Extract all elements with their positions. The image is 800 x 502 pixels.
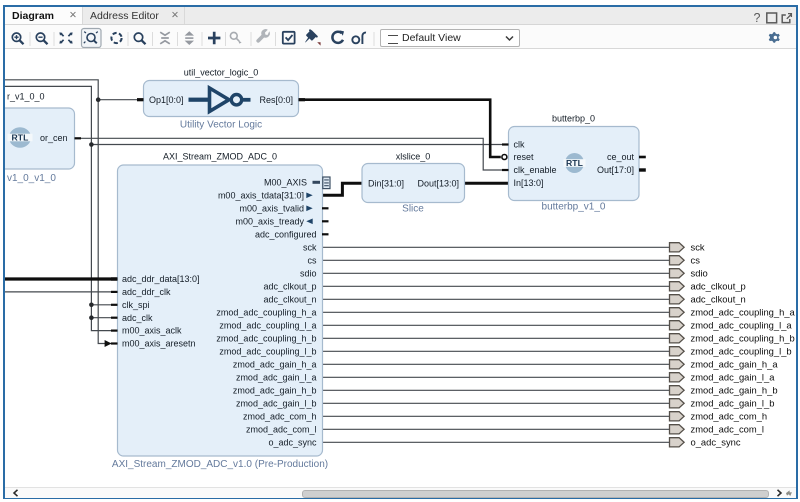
svg-text:RTL: RTL — [566, 158, 583, 168]
svg-text:In[13:0]: In[13:0] — [514, 178, 544, 188]
svg-text:adc_configured: adc_configured — [255, 229, 317, 239]
svg-text:Slice: Slice — [402, 204, 424, 215]
svg-text:o_adc_sync: o_adc_sync — [268, 437, 317, 447]
svg-text:cs: cs — [308, 255, 318, 265]
svg-text:zmod_adc_coupling_h_a: zmod_adc_coupling_h_a — [691, 307, 796, 318]
svg-text:or_cen: or_cen — [40, 133, 68, 143]
svg-text:sck: sck — [303, 242, 317, 252]
svg-text:Op1[0:0]: Op1[0:0] — [149, 95, 184, 105]
svg-text:sdio: sdio — [300, 268, 317, 278]
svg-text:xlslice_0: xlslice_0 — [396, 152, 431, 162]
svg-text:zmod_adc_coupling_l_b: zmod_adc_coupling_l_b — [219, 346, 316, 356]
svg-text:zmod_adc_gain_h_b: zmod_adc_gain_h_b — [233, 385, 317, 395]
svg-text:Res[0:0]: Res[0:0] — [259, 95, 293, 105]
svg-text:RTL: RTL — [11, 133, 28, 143]
svg-text:clk_enable: clk_enable — [514, 165, 557, 175]
svg-text:adc_ddr_data[13:0]: adc_ddr_data[13:0] — [122, 274, 200, 284]
svg-text:zmod_adc_gain_h_b: zmod_adc_gain_h_b — [691, 385, 778, 396]
svg-text:m00_axis_tdata[31:0]: m00_axis_tdata[31:0] — [218, 190, 304, 200]
svg-text:r_v1_0_0: r_v1_0_0 — [7, 92, 45, 102]
svg-text:m00_axis_tvalid: m00_axis_tvalid — [239, 203, 304, 213]
svg-text:zmod_adc_gain_l_b: zmod_adc_gain_l_b — [691, 398, 775, 409]
svg-text:zmod_adc_coupling_l_b: zmod_adc_coupling_l_b — [691, 346, 792, 357]
svg-text:m00_axis_aclk: m00_axis_aclk — [122, 326, 182, 336]
svg-text:zmod_adc_coupling_h_a: zmod_adc_coupling_h_a — [216, 307, 316, 317]
svg-text:adc_clkout_n: adc_clkout_n — [263, 294, 316, 304]
svg-text:butterbp_0: butterbp_0 — [552, 114, 595, 124]
svg-text:Out[17:0]: Out[17:0] — [597, 165, 634, 175]
svg-text:zmod_adc_coupling_h_b: zmod_adc_coupling_h_b — [216, 333, 316, 343]
svg-text:sck: sck — [691, 242, 705, 253]
svg-text:ce_out: ce_out — [607, 152, 635, 162]
svg-text:adc_clk: adc_clk — [122, 313, 153, 323]
svg-text:adc_clkout_p: adc_clkout_p — [263, 281, 316, 291]
svg-text:zmod_adc_com_h: zmod_adc_com_h — [243, 411, 317, 421]
svg-text:zmod_adc_coupling_l_a: zmod_adc_coupling_l_a — [219, 320, 316, 330]
svg-text:zmod_adc_gain_h_a: zmod_adc_gain_h_a — [233, 359, 317, 369]
svg-text:reset: reset — [514, 152, 535, 162]
svg-text:cs: cs — [691, 255, 701, 266]
svg-text:m00_axis_aresetn: m00_axis_aresetn — [122, 339, 196, 349]
svg-text:zmod_adc_coupling_l_a: zmod_adc_coupling_l_a — [691, 320, 793, 331]
svg-text:butterbp_v1_0: butterbp_v1_0 — [542, 202, 606, 213]
svg-text:util_vector_logic_0: util_vector_logic_0 — [184, 68, 259, 78]
svg-text:zmod_adc_com_l: zmod_adc_com_l — [691, 424, 764, 435]
svg-text:?: ? — [754, 11, 761, 25]
svg-text:Utility Vector Logic: Utility Vector Logic — [180, 120, 262, 131]
svg-text:adc_ddr_clk: adc_ddr_clk — [122, 287, 171, 297]
svg-text:M00_AXIS: M00_AXIS — [264, 177, 307, 187]
svg-text:zmod_adc_gain_l_a: zmod_adc_gain_l_a — [691, 372, 776, 383]
svg-text:zmod_adc_com_l: zmod_adc_com_l — [246, 424, 317, 434]
svg-text:zmod_adc_com_h: zmod_adc_com_h — [691, 411, 768, 422]
svg-text:zmod_adc_gain_h_a: zmod_adc_gain_h_a — [691, 359, 779, 370]
svg-text:adc_clkout_p: adc_clkout_p — [691, 281, 746, 292]
svg-text:sdio: sdio — [691, 268, 708, 279]
svg-text:Din[31:0]: Din[31:0] — [368, 179, 404, 189]
svg-text:o_adc_sync: o_adc_sync — [691, 437, 741, 448]
svg-text:zmod_adc_gain_l_a: zmod_adc_gain_l_a — [236, 372, 317, 382]
svg-text:AXI_Stream_ZMOD_ADC_0: AXI_Stream_ZMOD_ADC_0 — [163, 152, 277, 162]
svg-text:zmod_adc_coupling_h_b: zmod_adc_coupling_h_b — [691, 333, 795, 344]
svg-text:zmod_adc_gain_l_b: zmod_adc_gain_l_b — [236, 398, 317, 408]
svg-text:Dout[13:0]: Dout[13:0] — [417, 179, 459, 189]
svg-text:clk: clk — [514, 140, 525, 150]
svg-text:clk_spi: clk_spi — [122, 300, 150, 310]
svg-text:AXI_Stream_ZMOD_ADC_v1.0 (Pre-: AXI_Stream_ZMOD_ADC_v1.0 (Pre-Production… — [112, 459, 328, 470]
svg-text:v1_0_v1_0: v1_0_v1_0 — [7, 173, 56, 184]
svg-text:adc_clkout_n: adc_clkout_n — [691, 294, 746, 305]
svg-text:m00_axis_tready: m00_axis_tready — [235, 216, 304, 226]
